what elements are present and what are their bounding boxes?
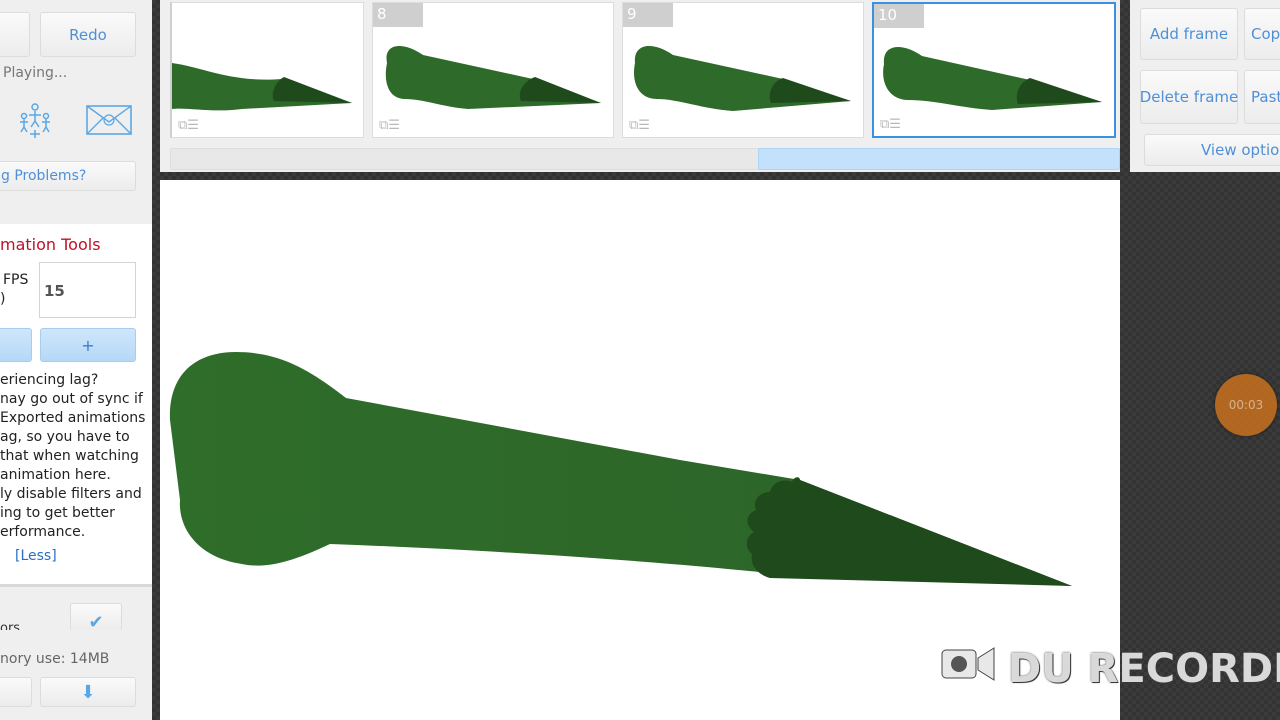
frame-options-icon[interactable]: ⧉☰ <box>379 118 400 133</box>
drawing-canvas[interactable] <box>160 180 1120 720</box>
frame-preview <box>883 46 1102 110</box>
clip-edge <box>0 630 152 634</box>
frame-thumbnail[interactable]: 8 ⧉☰ <box>372 2 614 138</box>
lag-line: that when watching <box>0 448 139 464</box>
partial-label: ors <box>0 621 21 630</box>
frame-thumbnail-selected[interactable]: 10 ⧉☰ <box>872 2 1116 138</box>
frame-number: 10 <box>874 4 924 28</box>
playing-status: Playing... <box>3 65 68 81</box>
animation-tools-heading: mation Tools <box>0 235 101 254</box>
frame-options-icon[interactable]: ⧉☰ <box>880 117 901 132</box>
frame-preview <box>385 45 601 109</box>
lag-line: ing to get better <box>0 505 115 521</box>
frame-options-icon[interactable]: ⧉☰ <box>178 118 199 133</box>
timeline-scrollbar-thumb[interactable] <box>758 148 1120 170</box>
paste-button[interactable]: Past <box>1244 70 1280 124</box>
recording-timer-badge[interactable]: 00:03 <box>1215 374 1277 436</box>
view-options-button[interactable]: View option <box>1144 134 1280 166</box>
memory-use: nory use: 14MB <box>0 651 110 667</box>
plus-button[interactable]: + <box>40 328 136 362</box>
lag-help-text: eriencing lag? nay go out of sync if Exp… <box>0 371 145 542</box>
frame-number: 9 <box>623 3 673 27</box>
frame-actions-panel: Add frame Cop Delete frame Past View opt… <box>1130 0 1280 172</box>
checkmark-button[interactable]: ✔ <box>70 603 122 633</box>
left-small-button[interactable] <box>0 677 32 707</box>
frame-preview <box>172 63 352 111</box>
download-button[interactable]: ⬇ <box>40 677 136 707</box>
lag-line: Exported animations <box>0 410 146 426</box>
watermark-text: DU RECORDE <box>1008 646 1280 692</box>
copy-button[interactable]: Cop <box>1244 8 1280 60</box>
redo-button[interactable]: Redo <box>40 12 136 57</box>
delete-frame-button[interactable]: Delete frame <box>1140 70 1238 124</box>
fps-label-paren: ) <box>0 291 6 307</box>
frame-preview <box>633 45 851 111</box>
lag-line: erformance. <box>0 524 86 540</box>
add-frame-button[interactable]: Add frame <box>1140 8 1238 60</box>
minus-button[interactable] <box>0 328 32 362</box>
section-divider <box>0 584 152 587</box>
drawn-shape <box>169 352 1072 586</box>
frame-timeline: ⧉☰ 8 ⧉☰ 9 ⧉☰ 10 ⧉☰ <box>160 0 1120 172</box>
lag-line: eriencing lag? <box>0 372 99 388</box>
video-camera-icon <box>940 644 996 694</box>
lag-line: ly disable filters and <box>0 486 142 502</box>
undo-button[interactable] <box>0 12 30 57</box>
onion-skin-tool-button[interactable] <box>0 94 76 146</box>
down-arrow-icon: ⬇ <box>80 681 96 703</box>
people-icon <box>20 103 50 138</box>
problems-button[interactable]: g Problems? <box>0 161 136 191</box>
fps-input[interactable]: 15 <box>39 262 136 318</box>
fps-label: FPS <box>3 272 29 288</box>
frame-thumbnail[interactable]: ⧉☰ <box>170 2 364 138</box>
lag-line: animation here. <box>0 467 111 483</box>
envelope-tool-button[interactable] <box>78 94 140 146</box>
recorder-watermark: DU RECORDE <box>940 644 1280 694</box>
frame-thumbnail[interactable]: 9 ⧉☰ <box>622 2 864 138</box>
frame-number: 8 <box>373 3 423 27</box>
lag-line: nay go out of sync if <box>0 391 143 407</box>
less-link[interactable]: [Less] <box>15 548 57 564</box>
left-panel: Redo Playing... g Problems? mation Tools… <box>0 0 152 720</box>
lag-line: ag, so you have to <box>0 429 130 445</box>
frame-options-icon[interactable]: ⧉☰ <box>629 118 650 133</box>
envelope-icon <box>86 105 132 135</box>
